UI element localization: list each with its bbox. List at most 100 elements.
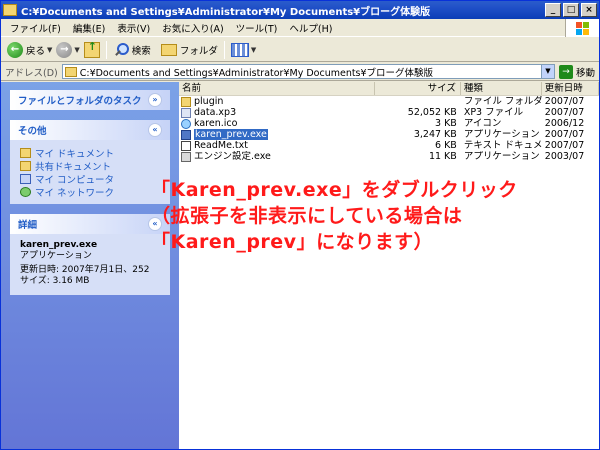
file-row[interactable]: エンジン設定.exe 11 KB アプリケーション 2003/07 — [179, 151, 599, 162]
details-content: karen_prev.exe アプリケーション 更新日時: 2007年7月1日、… — [10, 234, 170, 295]
text-file-icon — [181, 140, 191, 151]
place-label: マイ ネットワーク — [35, 187, 115, 199]
instruction-annotation: 「Karen_prev.exe」をダブルクリック （拡張子を非表示にしている場合… — [151, 177, 597, 255]
address-label: アドレス(D) — [5, 67, 58, 79]
shared-documents-icon — [20, 160, 31, 171]
file-size: 3 KB — [435, 118, 457, 129]
back-label: 戻る — [26, 45, 46, 57]
folder-icon — [160, 43, 177, 56]
caption-buttons: _ □ × — [545, 3, 597, 17]
document-icon — [181, 107, 191, 118]
file-date: 2007/07 — [544, 107, 585, 118]
up-folder-icon — [83, 40, 100, 58]
folder-icon — [64, 66, 77, 77]
menu-favorites[interactable]: お気に入り(A) — [157, 21, 228, 35]
place-my-documents[interactable]: マイ ドキュメント — [20, 146, 160, 160]
chevron-down-icon[interactable]: ▼ — [540, 65, 554, 78]
chevron-down-icon[interactable]: ▼ — [47, 46, 52, 54]
detail-file-type: アプリケーション — [20, 251, 92, 261]
file-type: アプリケーション — [463, 129, 540, 140]
chevron-down-icon[interactable]: ▼ — [251, 46, 256, 54]
chevron-down-icon[interactable]: ▼ — [74, 46, 79, 54]
title-bar[interactable]: C:¥Documents and Settings¥Administrator¥… — [1, 1, 599, 19]
file-date: 2007/07 — [544, 129, 585, 140]
views-button[interactable]: ▼ — [229, 40, 258, 60]
views-icon — [230, 42, 249, 57]
details-title: 詳細 — [18, 220, 38, 231]
menu-help[interactable]: ヘルプ(H) — [284, 21, 337, 35]
address-input[interactable]: C:¥Documents and Settings¥Administrator¥… — [61, 64, 555, 79]
file-date: 2007/07 — [544, 96, 585, 107]
search-button[interactable]: 検索 — [111, 40, 153, 60]
menu-view[interactable]: 表示(V) — [112, 21, 155, 35]
file-date: 2003/07 — [544, 151, 585, 162]
file-size: 3,247 KB — [413, 129, 457, 140]
menu-edit[interactable]: 編集(E) — [68, 21, 110, 35]
address-path: C:¥Documents and Settings¥Administrator¥… — [79, 67, 434, 79]
file-name: karen.ico — [194, 118, 238, 129]
file-date: 2007/07 — [544, 140, 585, 151]
column-type[interactable]: 種類 — [461, 82, 542, 95]
folders-label: フォルダ — [179, 45, 218, 57]
back-arrow-icon: ← — [7, 41, 23, 58]
file-folder-tasks-header[interactable]: ファイルとフォルダのタスク » — [10, 90, 170, 110]
settings-exe-icon — [181, 151, 191, 162]
back-button[interactable]: ← 戻る ▼ — [5, 40, 54, 60]
other-places-box: その他 « マイ ドキュメント 共有ドキュメント マイ コンピュータ マイ ネッ… — [10, 120, 170, 204]
column-date[interactable]: 更新日時 — [542, 82, 599, 95]
window-title: C:¥Documents and Settings¥Administrator¥… — [21, 6, 431, 18]
close-button[interactable]: × — [581, 3, 597, 17]
file-type: XP3 ファイル — [463, 107, 524, 118]
maximize-button[interactable]: □ — [563, 3, 579, 17]
column-size[interactable]: サイズ — [375, 82, 461, 95]
file-row[interactable]: data.xp3 52,052 KB XP3 ファイル 2007/07 — [179, 107, 599, 118]
folder-icon — [3, 4, 17, 16]
other-places-list: マイ ドキュメント 共有ドキュメント マイ コンピュータ マイ ネットワーク — [10, 140, 170, 204]
search-icon — [113, 42, 129, 58]
file-size: 11 KB — [428, 151, 457, 162]
file-size: 6 KB — [435, 140, 457, 151]
file-type: テキスト ドキュメント — [463, 140, 542, 151]
details-header[interactable]: 詳細 « — [10, 214, 170, 234]
icon-file-icon — [181, 118, 191, 129]
forward-button[interactable]: → ▼ — [54, 40, 81, 60]
minimize-button[interactable]: _ — [545, 3, 561, 17]
annotation-line-1: 「Karen_prev.exe」をダブルクリック — [151, 179, 518, 201]
place-my-network[interactable]: マイ ネットワーク — [20, 185, 160, 199]
menu-tools[interactable]: ツール(T) — [231, 21, 283, 35]
detail-size: サイズ: 3.16 MB — [20, 276, 90, 286]
exe-icon — [181, 129, 191, 140]
file-row[interactable]: plugin ファイル フォルダ 2007/07 — [179, 96, 599, 107]
go-button[interactable]: → 移動 — [558, 64, 595, 79]
file-name: karen_prev.exe — [194, 129, 268, 140]
annotation-line-3: 「Karen_prev」になります） — [151, 231, 434, 253]
windows-logo-icon — [565, 19, 599, 37]
detail-modified: 更新日時: 2007年7月1日、252 — [20, 265, 150, 275]
place-shared-documents[interactable]: 共有ドキュメント — [20, 159, 160, 173]
file-name: plugin — [194, 96, 224, 107]
file-row[interactable]: ReadMe.txt 6 KB テキスト ドキュメント 2007/07 — [179, 140, 599, 151]
file-row-selected[interactable]: karen_prev.exe 3,247 KB アプリケーション 2007/07 — [179, 129, 599, 140]
menu-bar: ファイル(F) 編集(E) 表示(V) お気に入り(A) ツール(T) ヘルプ(… — [1, 19, 599, 37]
other-places-title: その他 — [18, 126, 47, 137]
chevron-down-icon[interactable]: » — [148, 93, 162, 107]
file-folder-tasks-box: ファイルとフォルダのタスク » — [10, 90, 170, 110]
column-name[interactable]: 名前 — [179, 82, 375, 95]
my-computer-icon — [20, 173, 31, 184]
forward-arrow-icon: → — [56, 41, 73, 58]
file-type: アイコン — [463, 118, 502, 129]
other-places-header[interactable]: その他 « — [10, 120, 170, 140]
file-name: エンジン設定.exe — [194, 151, 271, 162]
folders-button[interactable]: フォルダ — [159, 40, 220, 60]
menu-file[interactable]: ファイル(F) — [5, 21, 66, 35]
place-my-computer[interactable]: マイ コンピュータ — [20, 172, 160, 186]
file-name: data.xp3 — [194, 107, 237, 118]
go-label: 移動 — [575, 67, 595, 79]
place-label: マイ ドキュメント — [35, 148, 115, 160]
go-arrow-icon: → — [558, 64, 573, 79]
file-row[interactable]: karen.ico 3 KB アイコン 2006/12 — [179, 118, 599, 129]
chevron-up-icon[interactable]: « — [148, 123, 162, 137]
up-folder-button[interactable] — [82, 40, 102, 60]
file-type: アプリケーション — [463, 151, 540, 162]
annotation-line-2: （拡張子を非表示にしている場合は — [151, 205, 463, 227]
